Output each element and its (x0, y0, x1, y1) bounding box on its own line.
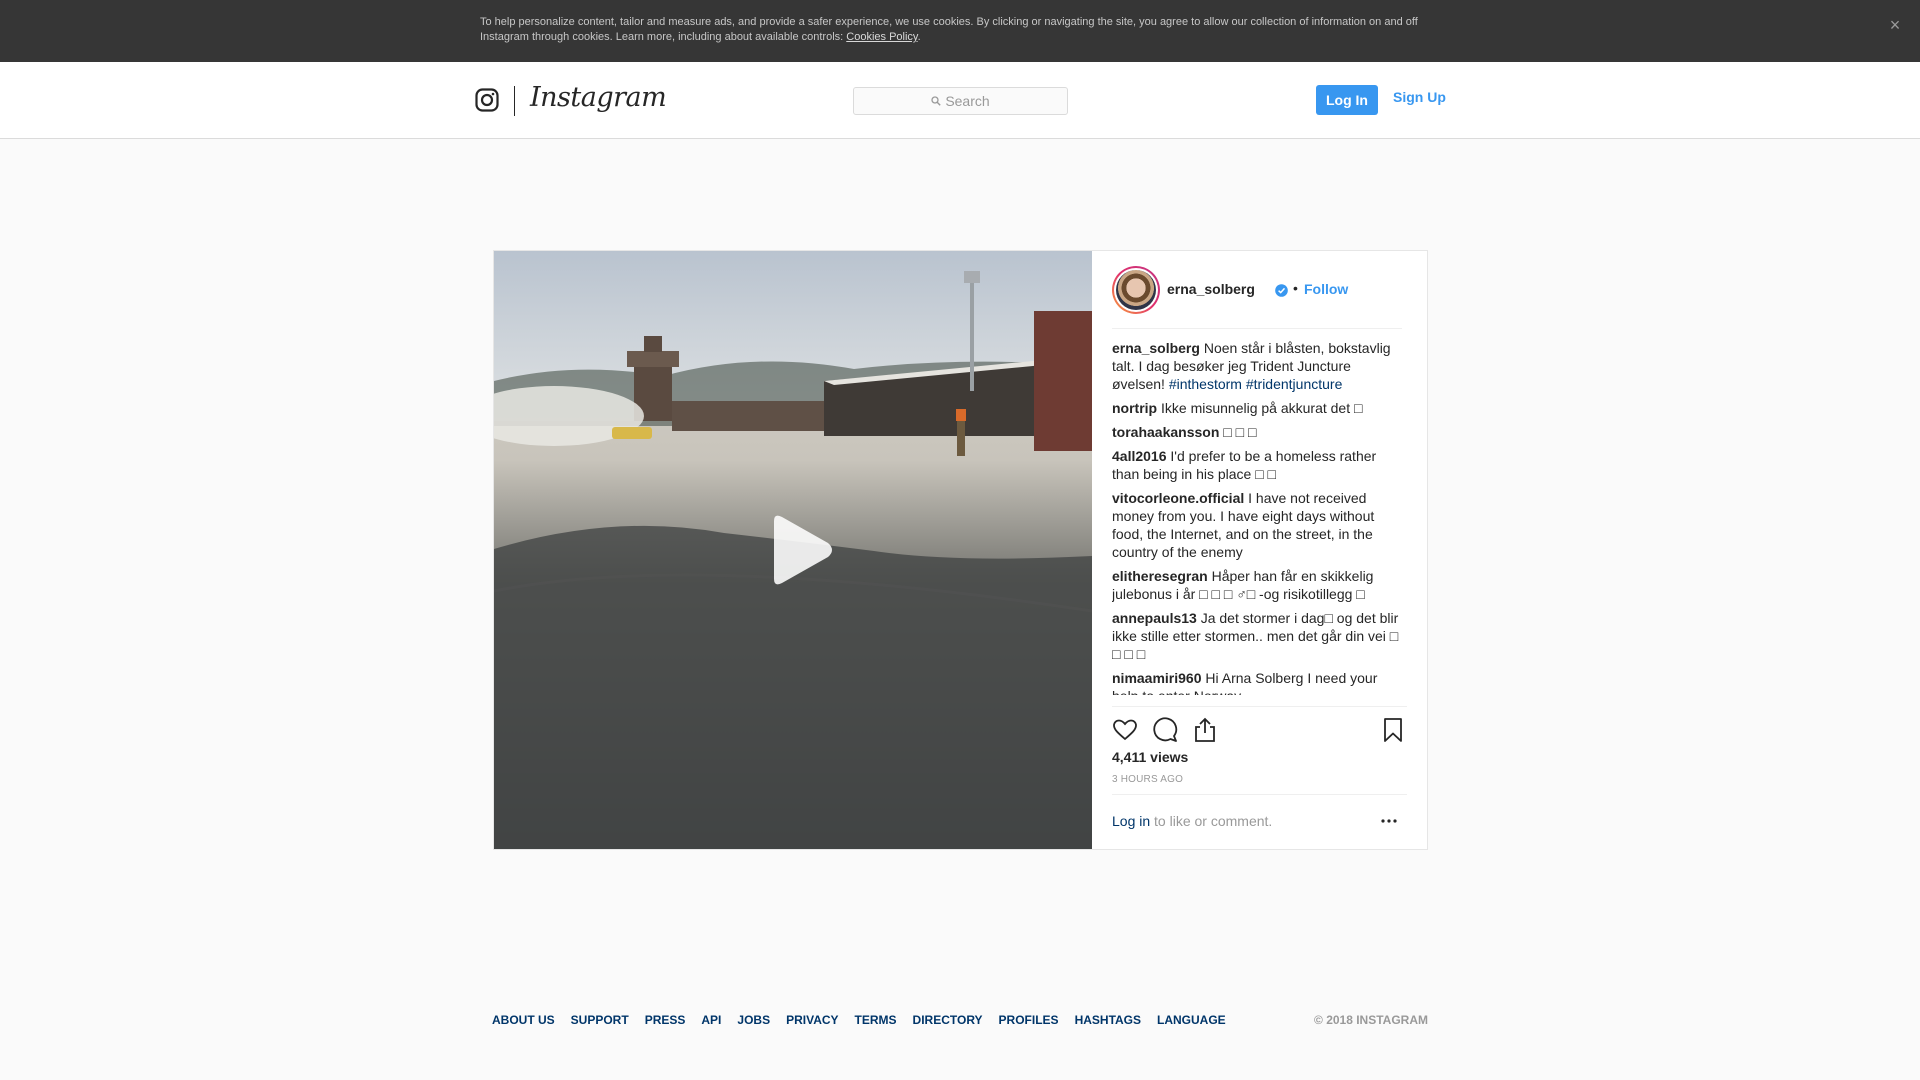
footer-link-jobs[interactable]: Jobs (737, 1013, 770, 1027)
footer-link-directory[interactable]: Directory (913, 1013, 983, 1027)
hashtag-link[interactable]: #inthestorm (1169, 376, 1242, 392)
comment-username[interactable]: elitheresegran (1112, 568, 1208, 584)
footer-link-profiles[interactable]: Profiles (999, 1013, 1059, 1027)
comment-item: annepauls13 Ja det stormer i dag□ og det… (1112, 609, 1407, 663)
comment-item: 4all2016 I'd prefer to be a homeless rat… (1112, 447, 1407, 483)
footer-link-support[interactable]: Support (571, 1013, 629, 1027)
comment-text: Ikke misunnelig på akkurat det □ (1157, 400, 1363, 416)
comment-username[interactable]: nimaamiri960 (1112, 670, 1202, 686)
comment-text: □ □ □ (1219, 424, 1257, 440)
footer-link-about-us[interactable]: About us (492, 1013, 555, 1027)
comment-item: vitocorleone.official I have not receive… (1112, 489, 1407, 561)
comment-username[interactable]: vitocorleone.official (1112, 490, 1244, 506)
comment-username[interactable]: torahaakansson (1112, 424, 1219, 440)
login-button[interactable]: Log In (1316, 85, 1378, 115)
verified-badge-icon (1275, 284, 1288, 297)
cookie-text-body: To help personalize content, tailor and … (480, 16, 1418, 43)
cookie-text-trailing: . (917, 31, 921, 43)
footer: About us Support Press API Jobs Privacy … (492, 1013, 1428, 1033)
instagram-wordmark[interactable]: Instagram (530, 82, 667, 118)
footer-link-terms[interactable]: Terms (855, 1013, 897, 1027)
top-navbar: Instagram Search Log In Sign Up (0, 62, 1920, 139)
bookmark-icon[interactable] (1380, 717, 1406, 743)
cookie-banner: To help personalize content, tailor and … (0, 0, 1920, 62)
post-video[interactable] (494, 251, 1092, 849)
comment-username[interactable]: annepauls13 (1112, 610, 1197, 626)
avatar[interactable] (1112, 266, 1160, 314)
footer-link-language[interactable]: Language (1157, 1013, 1226, 1027)
hashtag-link[interactable]: #tridentjuncture (1246, 376, 1343, 392)
login-to-comment: Log in to like or comment. (1112, 794, 1407, 848)
more-icon[interactable] (1379, 815, 1399, 827)
instagram-glyph-icon[interactable] (475, 88, 499, 112)
comment-item: torahaakansson □ □ □ (1112, 423, 1407, 441)
comment-list: erna_solberg Noen står i blåsten, boksta… (1112, 339, 1407, 695)
footer-link-api[interactable]: API (701, 1013, 721, 1027)
footer-links: About us Support Press API Jobs Privacy … (492, 1013, 1428, 1027)
post-card: erna_solberg • Follow erna_solberg Noen … (493, 250, 1428, 850)
comment-item: elitheresegran Håper han får en skikkeli… (1112, 567, 1407, 603)
close-icon[interactable]: × (1884, 14, 1906, 36)
copyright: © 2018 INSTAGRAM (1314, 1013, 1428, 1027)
signup-link[interactable]: Sign Up (1393, 89, 1446, 105)
heart-icon[interactable] (1112, 717, 1138, 743)
post-author-username[interactable]: erna_solberg (1167, 281, 1255, 297)
post-timestamp[interactable]: 3 HOURS AGO (1112, 774, 1183, 785)
comment-icon[interactable] (1152, 717, 1178, 743)
post-sidebar: erna_solberg • Follow erna_solberg Noen … (1092, 251, 1427, 849)
follow-button[interactable]: Follow (1304, 281, 1348, 297)
comment-username[interactable]: nortrip (1112, 400, 1157, 416)
footer-link-hashtags[interactable]: Hashtags (1075, 1013, 1141, 1027)
play-icon[interactable] (764, 513, 834, 587)
search-placeholder: Search (945, 93, 990, 109)
share-icon[interactable] (1192, 717, 1218, 743)
cookie-banner-text: To help personalize content, tailor and … (480, 15, 1430, 45)
header-separator: • (1293, 280, 1298, 296)
footer-link-press[interactable]: Press (645, 1013, 686, 1027)
comment-item: nimaamiri960 Hi Arna Solberg I need your… (1112, 669, 1407, 695)
avatar-border (1114, 268, 1158, 312)
cookies-policy-link[interactable]: Cookies Policy (846, 31, 917, 43)
login-prompt-text: to like or comment. (1150, 813, 1273, 829)
avatar-image (1116, 270, 1156, 310)
post-header: erna_solberg • Follow (1112, 251, 1402, 329)
search-input[interactable]: Search (853, 87, 1068, 115)
comment-username[interactable]: 4all2016 (1112, 448, 1167, 464)
post-actions: 4,411 views 3 HOURS AGO (1112, 706, 1407, 785)
comment-item: nortrip Ikke misunnelig på akkurat det □ (1112, 399, 1407, 417)
footer-link-privacy[interactable]: Privacy (786, 1013, 838, 1027)
login-prompt: Log in to like or comment. (1112, 813, 1272, 829)
login-link[interactable]: Log in (1112, 813, 1150, 829)
view-count: 4,411 views (1112, 749, 1189, 765)
logo-divider (514, 86, 515, 116)
caption: erna_solberg Noen står i blåsten, boksta… (1112, 339, 1407, 393)
search-icon (931, 96, 942, 106)
caption-username[interactable]: erna_solberg (1112, 340, 1200, 356)
